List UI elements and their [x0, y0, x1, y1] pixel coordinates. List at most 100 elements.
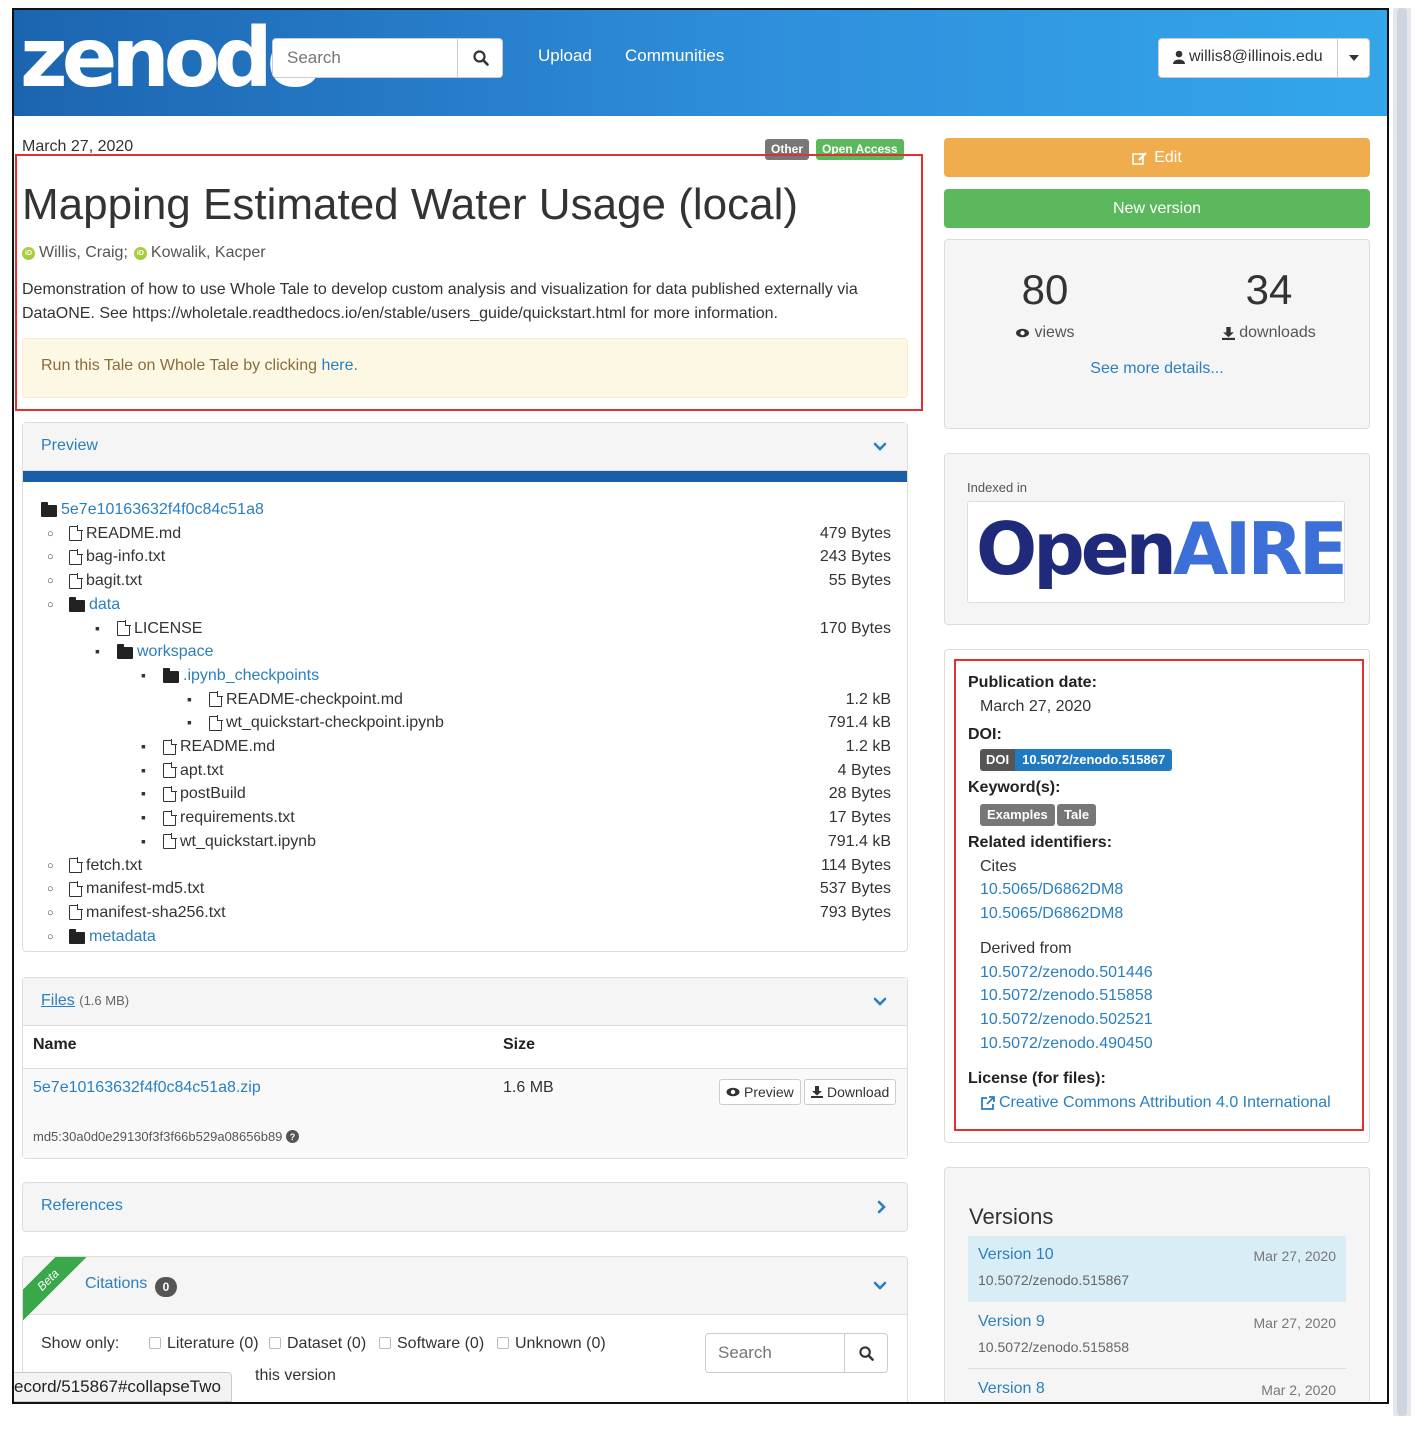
file-icon [163, 809, 177, 826]
openaire-logo[interactable]: OpenAIRE [967, 501, 1345, 603]
checkbox[interactable] [379, 1337, 391, 1349]
citations-search-input[interactable] [706, 1334, 844, 1372]
search-button[interactable] [457, 39, 503, 77]
eye-icon [726, 1087, 740, 1097]
chevron-down-icon[interactable] [873, 1279, 887, 1293]
files-panel: Files (1.6 MB) Name Size 5e7e10163632f4f… [22, 977, 908, 1159]
stats-panel: 80 views 34 downloads See more details..… [944, 239, 1370, 429]
file-name: bag-info.txt [86, 548, 166, 566]
files-title[interactable]: Files [41, 992, 75, 1009]
preview-title[interactable]: Preview [41, 437, 98, 455]
scrollbar-thumb[interactable] [1397, 8, 1407, 1416]
folder-name-link[interactable]: workspace [137, 643, 213, 661]
run-tale-link[interactable]: here. [321, 357, 357, 374]
doi-badge[interactable]: DOI 10.5072/zenodo.515867 [980, 749, 1173, 771]
whole-tale-alert: Run this Tale on Whole Tale by clicking … [22, 338, 908, 398]
eye-icon [1016, 328, 1030, 338]
references-panel[interactable]: References [22, 1182, 908, 1232]
file-preview-button[interactable]: Preview [719, 1079, 801, 1105]
edit-button[interactable]: Edit [944, 138, 1370, 177]
tree-file-row: ▪ wt_quickstart.ipynb 791.4 kB [23, 833, 909, 857]
derived-identifier-link[interactable]: 10.5072/zenodo.501446 [980, 964, 1153, 982]
tree-folder-row[interactable]: ○ metadata [23, 928, 909, 952]
tree-file-row: ○ README.md 479 Bytes [23, 525, 909, 549]
version-link[interactable]: Version 10 [978, 1246, 1054, 1264]
list-bullet: ▪ [141, 785, 146, 802]
citations-search-button[interactable] [844, 1334, 888, 1372]
derived-identifier-link[interactable]: 10.5072/zenodo.490450 [980, 1035, 1153, 1053]
file-icon [163, 762, 177, 779]
chevron-down-icon[interactable] [873, 440, 887, 454]
file-name-link[interactable]: 5e7e10163632f4f0c84c51a8.zip [33, 1079, 261, 1097]
search-input[interactable] [273, 39, 457, 77]
nav-communities[interactable]: Communities [625, 46, 724, 66]
orcid-icon[interactable]: iD [133, 246, 147, 260]
files-panel-header[interactable]: Files (1.6 MB) [23, 978, 907, 1026]
file-tree: 5e7e10163632f4f0c84c51a8 ○ README.md 479 By… [23, 501, 909, 951]
file-name: README-checkpoint.md [226, 690, 403, 708]
citations-title[interactable]: Citations [85, 1275, 147, 1293]
license-link[interactable]: Creative Commons Attribution 4.0 Interna… [980, 1094, 1331, 1112]
related-identifiers-label: Related identifiers: [968, 834, 1113, 851]
question-circle-icon[interactable]: ? [286, 1130, 300, 1143]
page-scrollbar[interactable] [1393, 8, 1411, 1416]
list-bullet: ○ [47, 883, 54, 896]
new-version-button[interactable]: New version [944, 189, 1370, 228]
download-icon [1222, 326, 1236, 340]
version-date: Mar 2, 2020 [1261, 1382, 1336, 1398]
version-row[interactable]: Version 8 Mar 2, 2020 [968, 1370, 1346, 1402]
tree-folder-row[interactable]: ○ data [23, 596, 909, 620]
author-name[interactable]: Kowalik, Kacper [151, 244, 266, 262]
tree-file-row: ▪ README-checkpoint.md 1.2 kB [23, 691, 909, 715]
file-download-button[interactable]: Download [804, 1079, 897, 1105]
folder-name-link[interactable]: 5e7e10163632f4f0c84c51a8 [61, 501, 264, 519]
tree-folder-row[interactable]: ▪ .ipynb_checkpoints [23, 667, 909, 691]
user-menu-toggle[interactable] [1337, 39, 1370, 77]
folder-name-link[interactable]: metadata [89, 928, 156, 946]
version-row[interactable]: Version 9 Mar 27, 2020 10.5072/zenodo.51… [968, 1303, 1346, 1369]
file-size: 479 Bytes [819, 524, 891, 542]
derived-identifier-link[interactable]: 10.5072/zenodo.502521 [980, 1011, 1153, 1029]
filter-dataset[interactable]: Dataset (0) [269, 1335, 366, 1353]
checkbox[interactable] [497, 1337, 509, 1349]
user-menu[interactable]: willis8@illinois.edu [1158, 38, 1370, 78]
keyword-tag[interactable]: Tale [1057, 804, 1097, 826]
citations-panel-header[interactable]: Beta Citations 0 [23, 1257, 907, 1330]
filter-software[interactable]: Software (0) [379, 1335, 484, 1353]
version-link[interactable]: Version 8 [978, 1380, 1045, 1398]
file-icon [209, 691, 223, 708]
cites-identifier-link[interactable]: 10.5065/D6862DM8 [980, 905, 1123, 923]
keyword-tag[interactable]: Examples [980, 804, 1055, 826]
nav-upload[interactable]: Upload [538, 46, 592, 66]
tree-file-row: ▪ postBuild 28 Bytes [23, 785, 909, 809]
files-total-size: (1.6 MB) [79, 993, 130, 1008]
external-link-icon [981, 1095, 995, 1110]
publication-date-label: Publication date: [968, 674, 1097, 691]
author-name[interactable]: Willis, Craig; [39, 244, 128, 262]
version-link[interactable]: Version 9 [978, 1313, 1045, 1331]
orcid-icon[interactable]: iD [22, 246, 35, 260]
column-header-name: Name [33, 1036, 77, 1053]
downloads-count: 34 [1245, 266, 1293, 313]
version-row-current[interactable]: Version 10 Mar 27, 2020 10.5072/zenodo.5… [968, 1236, 1346, 1302]
chevron-down-icon[interactable] [873, 995, 887, 1009]
file-icon [69, 525, 83, 542]
chevron-right-icon[interactable] [875, 1200, 889, 1214]
checkbox[interactable] [149, 1337, 161, 1349]
citations-search [705, 1333, 888, 1373]
file-name: bagit.txt [86, 572, 143, 590]
folder-name-link[interactable]: .ipynb_checkpoints [183, 667, 319, 685]
see-more-details-link[interactable]: See more details... [945, 360, 1369, 378]
cites-identifier-link[interactable]: 10.5065/D6862DM8 [980, 881, 1123, 899]
filter-unknown[interactable]: Unknown (0) [497, 1335, 606, 1353]
tree-file-row: ▪ LICENSE 170 Bytes [23, 620, 909, 644]
tree-folder-row[interactable]: 5e7e10163632f4f0c84c51a8 [23, 501, 909, 525]
preview-panel-header[interactable]: Preview [23, 423, 907, 471]
tree-folder-row[interactable]: ▪ workspace [23, 643, 909, 667]
file-icon [69, 572, 83, 589]
derived-identifier-link[interactable]: 10.5072/zenodo.515858 [980, 987, 1153, 1005]
filter-literature[interactable]: Literature (0) [149, 1335, 259, 1353]
folder-name-link[interactable]: data [89, 596, 120, 614]
checkbox[interactable] [269, 1337, 281, 1349]
references-title[interactable]: References [41, 1197, 123, 1215]
